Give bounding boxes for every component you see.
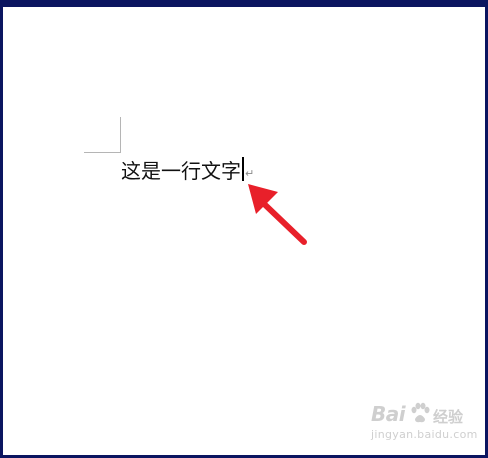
- document-text-line[interactable]: 这是一行文字 ↵: [121, 155, 254, 183]
- margin-corner-mark-horizontal: [84, 152, 121, 153]
- watermark-url: jingyan.baidu.com: [371, 428, 478, 441]
- watermark: Bai 经验 jingyan.baidu.com: [365, 400, 478, 450]
- watermark-brand: Bai: [371, 402, 406, 426]
- margin-corner-mark-vertical: [120, 117, 121, 153]
- watermark-product: 经验: [433, 408, 464, 426]
- red-arrow-icon: [248, 184, 307, 245]
- baidu-paw-icon: [411, 402, 430, 423]
- document-text[interactable]: 这是一行文字: [121, 155, 241, 184]
